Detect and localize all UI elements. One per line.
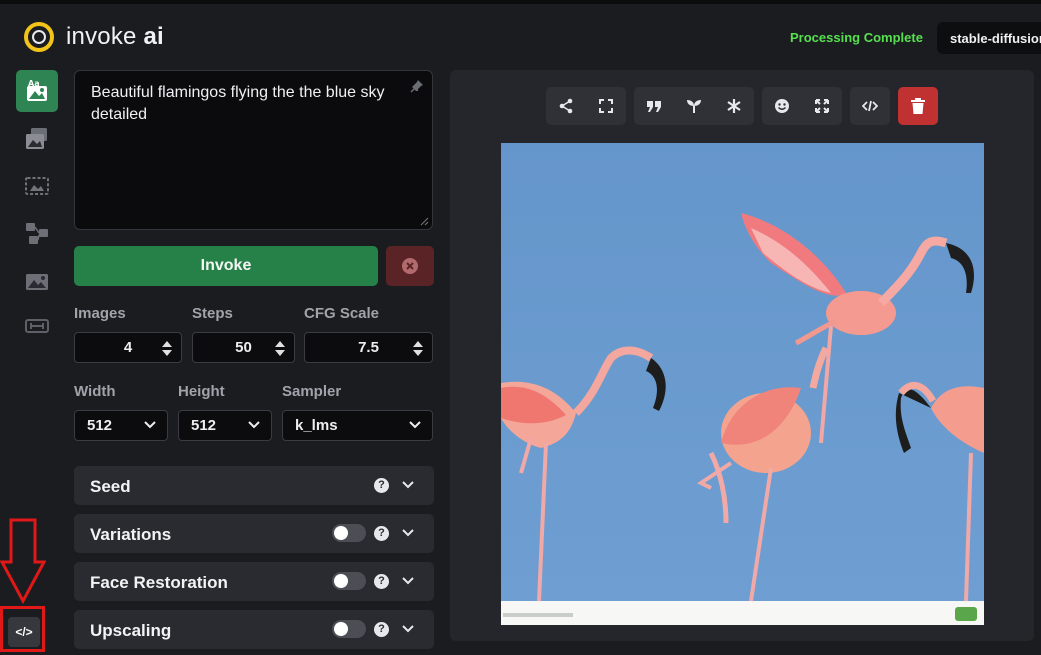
- cfg-label: CFG Scale: [304, 305, 380, 322]
- code-icon: [862, 100, 878, 112]
- images-input[interactable]: 4: [74, 332, 182, 363]
- inpainting-icon: [25, 177, 49, 195]
- trash-icon: [911, 97, 925, 114]
- accordion-title: Upscaling: [90, 621, 172, 640]
- app-logo: invoke ai: [24, 22, 164, 52]
- postprocessing-tab[interactable]: [16, 260, 58, 302]
- image-to-image-icon: [26, 128, 47, 149]
- width-value: 512: [87, 417, 113, 434]
- restore-faces-button[interactable]: [762, 87, 802, 125]
- expand-icon: [815, 99, 829, 113]
- image-to-image-tab[interactable]: [16, 118, 58, 160]
- accordion-variations[interactable]: Variations ?: [74, 514, 434, 553]
- prompt-text: Beautiful flamingos flying the the blue …: [91, 84, 385, 123]
- status-text: Processing Complete: [790, 30, 923, 45]
- sampler-value: k_lms: [295, 417, 338, 434]
- chevron-down-icon[interactable]: [402, 625, 414, 633]
- generated-image: [501, 143, 984, 625]
- use-seed-button[interactable]: [674, 87, 714, 125]
- cancel-button[interactable]: [386, 246, 434, 286]
- fullscreen-icon: [599, 99, 613, 113]
- logo-text: invoke ai: [66, 23, 164, 50]
- steps-label: Steps: [192, 305, 233, 322]
- code-toggle-button[interactable]: </>: [8, 617, 40, 647]
- sampler-select[interactable]: k_lms: [282, 410, 433, 441]
- chevron-down-icon[interactable]: [402, 577, 414, 585]
- upscaling-toggle[interactable]: [332, 620, 366, 638]
- delete-image-button[interactable]: [898, 87, 938, 125]
- chevron-down-icon[interactable]: [402, 529, 414, 537]
- height-label: Height: [178, 383, 225, 400]
- chevron-down-icon: [144, 421, 156, 429]
- accordion-seed[interactable]: Seed ?: [74, 466, 434, 505]
- pin-icon[interactable]: [410, 79, 424, 93]
- help-icon[interactable]: ?: [374, 622, 389, 637]
- height-value: 512: [191, 417, 217, 434]
- cancel-icon: [402, 258, 418, 274]
- stepper-icon[interactable]: [413, 340, 423, 357]
- logo-icon: [24, 22, 54, 52]
- width-select[interactable]: 512: [74, 410, 168, 441]
- toolbar-group-details: [850, 87, 890, 125]
- height-select[interactable]: 512: [178, 410, 272, 441]
- asterisk-icon: [727, 99, 741, 113]
- chevron-down-icon: [248, 421, 260, 429]
- help-icon[interactable]: ?: [374, 478, 389, 493]
- quote-icon: [647, 101, 661, 112]
- nodes-icon: [26, 223, 48, 244]
- accordion-title: Variations: [90, 525, 172, 544]
- face-restoration-toggle[interactable]: [332, 572, 366, 590]
- accordion-title: Face Restoration: [90, 573, 228, 592]
- postprocessing-icon: [26, 274, 48, 290]
- width-label: Width: [74, 383, 116, 400]
- stepper-icon[interactable]: [162, 340, 172, 357]
- images-label: Images: [74, 305, 126, 322]
- svg-text:Aa: Aa: [28, 79, 40, 88]
- cfg-value: 7.5: [358, 339, 379, 356]
- sampler-label: Sampler: [282, 383, 342, 400]
- upscale-button[interactable]: [802, 87, 842, 125]
- annotation-arrow-icon: [0, 518, 46, 605]
- toolbar-group-share: [546, 87, 626, 125]
- share-icon: [559, 98, 573, 114]
- face-icon: [775, 99, 789, 113]
- accordion-upscaling[interactable]: Upscaling ?: [74, 610, 434, 649]
- prompt-input[interactable]: Beautiful flamingos flying the the blue …: [74, 70, 433, 230]
- stepper-icon[interactable]: [275, 340, 285, 357]
- share-button[interactable]: [546, 87, 586, 125]
- top-border: [0, 0, 1041, 4]
- chevron-down-icon[interactable]: [402, 481, 414, 489]
- model-select[interactable]: stable-diffusion-1.4: [937, 22, 1041, 54]
- use-prompt-button[interactable]: [634, 87, 674, 125]
- text-to-image-icon: Aa: [27, 79, 47, 101]
- toolbar-group-postprocess: [762, 87, 842, 125]
- nodes-tab[interactable]: [16, 212, 58, 254]
- use-all-button[interactable]: [714, 87, 754, 125]
- image-details-button[interactable]: [850, 87, 890, 125]
- help-icon[interactable]: ?: [374, 526, 389, 541]
- text-to-image-tab[interactable]: Aa: [16, 70, 58, 112]
- training-tab[interactable]: [16, 305, 58, 347]
- images-value: 4: [123, 339, 133, 356]
- inpainting-tab[interactable]: [16, 165, 58, 207]
- fullscreen-button[interactable]: [586, 87, 626, 125]
- help-icon[interactable]: ?: [374, 574, 389, 589]
- flamingo-image: [501, 143, 984, 625]
- invoke-button[interactable]: Invoke: [74, 246, 378, 286]
- training-icon: [25, 319, 49, 333]
- cfg-input[interactable]: 7.5: [304, 332, 433, 363]
- accordion-title: Seed: [90, 477, 131, 496]
- accordion-face-restoration[interactable]: Face Restoration ?: [74, 562, 434, 601]
- variations-toggle[interactable]: [332, 524, 366, 542]
- seed-icon: [687, 100, 701, 113]
- resize-handle-icon[interactable]: [420, 217, 429, 226]
- chevron-down-icon: [409, 421, 421, 429]
- steps-value: 50: [235, 339, 252, 356]
- toolbar-group-reuse: [634, 87, 754, 125]
- steps-input[interactable]: 50: [192, 332, 295, 363]
